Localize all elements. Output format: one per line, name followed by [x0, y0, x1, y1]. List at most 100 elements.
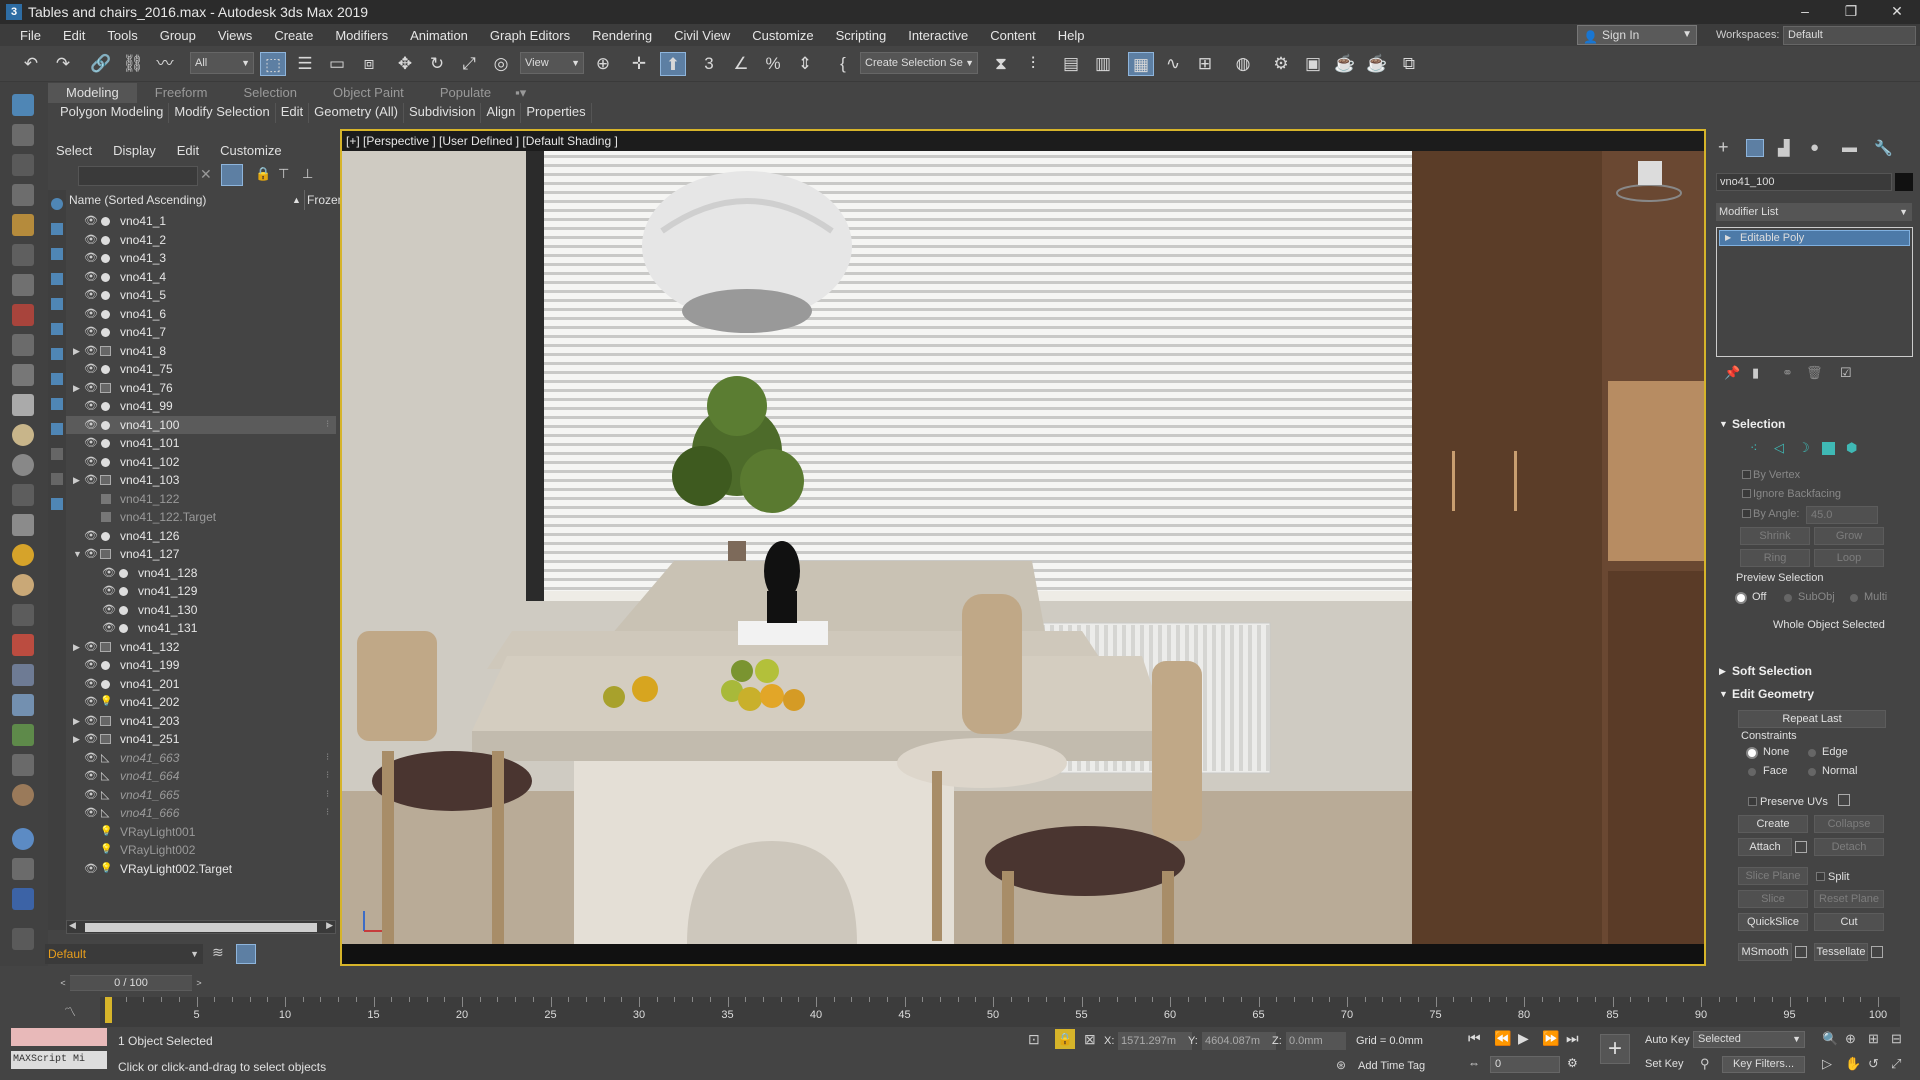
hf-icon[interactable]: [12, 754, 34, 776]
display-hidden-icon[interactable]: [51, 473, 63, 485]
create-button[interactable]: Create: [1738, 815, 1808, 833]
by-vertex-checkbox[interactable]: [1742, 470, 1751, 479]
sphere-icon[interactable]: [12, 424, 34, 446]
expand-icon[interactable]: ▶: [73, 712, 80, 730]
tab-object-paint[interactable]: Object Paint: [315, 83, 422, 103]
viewport-render[interactable]: [342, 151, 1704, 944]
ribbon-options-icon[interactable]: ▪▾: [509, 83, 532, 103]
list-item[interactable]: 👁 vno41_201: [66, 675, 336, 694]
curve-editor-mini-icon[interactable]: 〽: [64, 1003, 76, 1020]
create-tab-icon[interactable]: +: [1718, 137, 1729, 158]
by-angle-checkbox[interactable]: [1742, 509, 1751, 518]
display-tab-icon[interactable]: ▬: [1842, 139, 1857, 156]
go-to-start-icon[interactable]: ⏮: [1468, 1030, 1481, 1047]
visibility-icon[interactable]: 👁: [84, 231, 98, 249]
visibility-icon[interactable]: 👁: [84, 675, 98, 693]
layer-explorer-icon[interactable]: [12, 124, 34, 146]
layers-icon[interactable]: ≋: [212, 944, 232, 964]
box-icon[interactable]: [12, 394, 34, 416]
menu-file[interactable]: File: [0, 28, 52, 43]
current-frame-spinner[interactable]: 0: [1490, 1056, 1560, 1073]
toggle-scene-explorer-icon[interactable]: ▤: [1058, 52, 1084, 76]
clear-search-icon[interactable]: ✕: [200, 166, 212, 183]
msmooth-settings-icon[interactable]: [1795, 946, 1807, 958]
visibility-icon[interactable]: 👁: [84, 786, 98, 804]
render-sphere-icon[interactable]: [12, 828, 34, 850]
toggle-layer-explorer-icon[interactable]: ▥: [1090, 52, 1116, 76]
list-item[interactable]: ▶ 👁 vno41_251: [66, 730, 336, 749]
list-item[interactable]: 👁 vno41_128: [66, 564, 336, 583]
list-item[interactable]: 👁 vno41_5: [66, 286, 336, 305]
display-bones-icon[interactable]: [51, 398, 63, 410]
repeat-last-button[interactable]: Repeat Last: [1738, 710, 1886, 728]
x-coordinate[interactable]: X: 1571.297m: [1104, 1032, 1192, 1050]
motion-tab-icon[interactable]: ●: [1810, 139, 1819, 156]
display-lights-icon[interactable]: [51, 248, 63, 260]
visibility-icon[interactable]: 👁: [84, 545, 98, 563]
list-item[interactable]: ▶ 👁 vno41_76: [66, 379, 336, 398]
menu-scripting[interactable]: Scripting: [825, 28, 898, 43]
list-item[interactable]: 👁 vno41_199: [66, 656, 336, 675]
time-configuration-icon[interactable]: ⚙: [1567, 1056, 1578, 1070]
prev-frame-icon[interactable]: <: [56, 975, 70, 991]
reference-coordinate-select[interactable]: View ▼: [520, 52, 584, 74]
scene-menu-select[interactable]: Select: [48, 140, 105, 162]
edit-named-selection-icon[interactable]: {: [830, 52, 856, 76]
cone-icon[interactable]: [12, 514, 34, 536]
helpers-icon[interactable]: [12, 274, 34, 296]
expand-icon[interactable]: ▼: [73, 545, 82, 563]
panel-polygon-modeling[interactable]: Polygon Modeling: [55, 103, 170, 123]
bind-space-warp-icon[interactable]: 〰: [152, 52, 178, 76]
cameras-icon[interactable]: [12, 244, 34, 266]
menu-customize[interactable]: Customize: [741, 28, 824, 43]
visibility-icon[interactable]: 👁: [102, 564, 116, 582]
layer-select[interactable]: Default ▼: [45, 944, 203, 964]
lights-icon[interactable]: [12, 214, 34, 236]
layer-manager-icon[interactable]: [12, 928, 34, 950]
material-editor-icon[interactable]: ◍: [1230, 52, 1256, 76]
object-name-field[interactable]: vno41_100: [1716, 173, 1892, 191]
select-by-name-icon[interactable]: ☰: [292, 52, 318, 76]
menu-civil-view[interactable]: Civil View: [663, 28, 741, 43]
rollout-soft-selection[interactable]: ▶ Soft Selection: [1716, 662, 1912, 680]
list-item[interactable]: 👁 ◺ vno41_665 ⁝: [66, 786, 336, 805]
rollout-edit-geometry[interactable]: ▼ Edit Geometry: [1716, 685, 1912, 703]
play-icon[interactable]: ▶: [1518, 1030, 1529, 1047]
list-item[interactable]: ▼ 👁 vno41_127: [66, 545, 336, 564]
pin-stack-icon[interactable]: 📌: [1724, 365, 1740, 381]
visibility-icon[interactable]: 👁: [84, 286, 98, 304]
key-filters-button[interactable]: Key Filters...: [1722, 1056, 1805, 1073]
filter-icon[interactable]: [221, 164, 243, 186]
shrink-button[interactable]: Shrink: [1740, 527, 1810, 545]
menu-help[interactable]: Help: [1047, 28, 1096, 43]
x-coordinate-value[interactable]: 1571.297m: [1118, 1032, 1192, 1050]
preview-subobj-radio[interactable]: [1784, 594, 1792, 602]
quickslice-button[interactable]: QuickSlice: [1738, 913, 1808, 931]
list-item[interactable]: 👁 vno41_126: [66, 527, 336, 546]
list-item[interactable]: 👁💡VRayLight001: [66, 823, 336, 842]
add-time-tag-label[interactable]: Add Time Tag: [1358, 1060, 1425, 1072]
menu-content[interactable]: Content: [979, 28, 1047, 43]
display-containers-icon[interactable]: [51, 423, 63, 435]
list-item[interactable]: 👁 💡 VRayLight002.Target: [66, 860, 336, 879]
spacewarps-icon[interactable]: [12, 304, 34, 326]
sign-in-button[interactable]: 👤 Sign In ▼: [1577, 25, 1697, 45]
visibility-icon[interactable]: 👁: [84, 527, 98, 545]
visibility-icon[interactable]: 👁: [84, 656, 98, 674]
tab-freeform[interactable]: Freeform: [137, 83, 226, 103]
rendered-frame-window-icon[interactable]: ▣: [1300, 52, 1326, 76]
list-item[interactable]: 👁 ◺ vno41_663 ⁝: [66, 749, 336, 768]
scene-menu-customize[interactable]: Customize: [212, 140, 294, 162]
sun-icon[interactable]: [12, 544, 34, 566]
scene-horizontal-scrollbar[interactable]: ◀ ▶: [66, 920, 336, 934]
align-icon[interactable]: ⫶: [1020, 52, 1046, 76]
maximize-button[interactable]: ❐: [1828, 0, 1874, 24]
visibility-icon[interactable]: 👁: [84, 712, 98, 730]
list-item[interactable]: vno41_122.Target: [66, 508, 336, 527]
scene-menu-edit[interactable]: Edit: [169, 140, 212, 162]
hierarchy-icon[interactable]: ⊤: [278, 166, 289, 182]
globe-icon[interactable]: [12, 694, 34, 716]
set-key-big-icon[interactable]: +: [1600, 1034, 1630, 1064]
scroll-thumb[interactable]: [85, 923, 317, 932]
render-production-icon[interactable]: ☕: [1332, 52, 1358, 76]
